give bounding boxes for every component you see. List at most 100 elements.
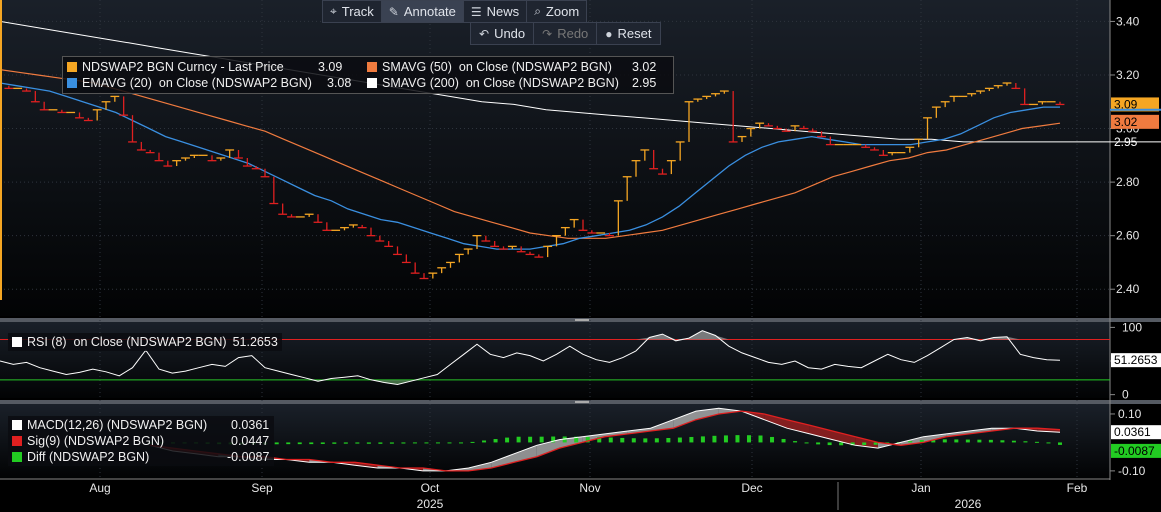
diff-histogram-bar [643,438,648,443]
diff-histogram-bar [942,439,947,443]
diff-histogram-bar [539,436,544,443]
diff-histogram-bar [470,441,475,443]
legend-smavg50: SMAVG (50) on Close (NDSWAP2 BGN) 3.02 [367,59,667,75]
diff-histogram-bar [908,441,913,443]
separator-grip [575,401,589,403]
legend-value: 0.0361 [231,418,270,432]
diff-histogram-bar [435,442,440,444]
x-tick-label: Dec [741,481,762,495]
diff-histogram-bar [781,438,786,443]
diff-histogram-bar [355,442,360,444]
diff-value-label: -0.0087 [1114,444,1155,458]
diff-histogram-bar [631,438,636,443]
diff-histogram-bar [459,442,464,444]
magnifier-icon: ⌕ [534,4,541,18]
crosshair-icon: ⌖ [330,4,337,18]
year-label: 2026 [955,497,982,511]
diff-histogram-bar [620,437,625,443]
diff-histogram-bar [366,442,371,444]
panel-background [0,0,1110,316]
annotate-label: Annotate [403,4,456,19]
legend-swatch [367,78,377,88]
redo-label: Redo [557,26,589,41]
diff-histogram-bar [412,442,417,444]
diff-histogram-bar [712,435,717,443]
diff-histogram-bar [493,439,498,443]
undo-label: Undo [494,26,526,41]
diff-histogram-bar [1011,440,1016,443]
diff-histogram-bar [677,437,682,443]
diff-histogram-bar [401,442,406,444]
legend-swatch [12,337,22,347]
legend-swatch [12,436,22,446]
legend-value: 2.95 [632,76,657,90]
news-button[interactable]: ☰ News [464,1,528,22]
diff-histogram-bar [770,436,775,443]
smavg200-value-label: 2.95 [1114,135,1138,149]
diff-histogram-bar [528,436,533,443]
reset-button[interactable]: ● Reset [597,23,659,44]
diff-histogram-bar [332,442,337,444]
diff-histogram-bar [424,442,429,444]
diff-histogram-bar [804,442,809,444]
track-label: Track [341,4,374,19]
legend-label: Diff (NDSWAP2 BGN) [27,450,150,464]
macd-legend: MACD(12,26) (NDSWAP2 BGN) 0.0361 Sig(9) … [8,416,274,466]
separator-grip [575,319,589,321]
news-label: News [486,4,520,19]
diff-histogram-bar [274,442,279,445]
diff-histogram-bar [816,442,821,445]
diff-histogram-bar [482,440,487,443]
legend-value: 3.08 [327,76,352,90]
legend-sig: Sig(9) (NDSWAP2 BGN) 0.0447 [12,433,270,449]
y-tick-label: 0 [1122,388,1129,402]
legend-label: EMAVG (20) on Close (NDSWAP2 BGN) [82,76,312,90]
diff-histogram-bar [286,442,291,445]
legend-diff: Diff (NDSWAP2 BGN) -0.0087 [12,449,270,465]
undo-button[interactable]: ↶ Undo [471,23,535,44]
x-tick-label: Feb [1067,481,1088,495]
diff-histogram-bar [839,442,844,446]
zoom-button[interactable]: ⌕ Zoom [527,1,586,22]
diff-histogram-bar [297,442,302,445]
diff-histogram-bar [320,442,325,444]
legend-emavg20: EMAVG (20) on Close (NDSWAP2 BGN) 3.08 [67,75,367,91]
rsi-legend: RSI (8) on Close (NDSWAP2 BGN) 51.2653 [8,333,282,351]
diff-histogram-bar [988,439,993,443]
diff-histogram-bar [735,435,740,443]
legend-label: Sig(9) (NDSWAP2 BGN) [27,434,165,448]
legend-value: -0.0087 [227,450,270,464]
diff-histogram-bar [1000,440,1005,443]
zoom-label: Zoom [545,4,580,19]
redo-button[interactable]: ↷ Redo [534,23,598,44]
diff-histogram-bar [447,442,452,444]
history-toolbar: ↶ Undo ↷ Redo ● Reset [470,22,661,45]
diff-histogram-bar [827,442,832,446]
x-tick-label: Jan [911,481,930,495]
news-icon: ☰ [470,4,482,19]
annotate-button[interactable]: ✎ Annotate [381,1,464,22]
track-button[interactable]: ⌖ Track [323,1,382,22]
legend-swatch [67,62,77,72]
legend-swatch [12,420,22,430]
diff-histogram-bar [654,438,659,443]
diff-histogram-bar [689,436,694,443]
x-tick-label: Nov [579,481,600,495]
legend-last-price: NDSWAP2 BGN Curncy - Last Price 3.09 [67,59,367,75]
x-tick-label: Oct [421,481,440,495]
diff-histogram-bar [954,439,959,443]
legend-label: MACD(12,26) (NDSWAP2 BGN) [27,418,208,432]
diff-histogram-bar [723,435,728,443]
diff-histogram-bar [389,442,394,444]
diff-histogram-bar [1058,442,1062,445]
year-label: 2025 [417,497,444,511]
rsi-value-label: 51.2653 [1114,353,1158,367]
diff-histogram-bar [666,437,671,443]
x-tick-label: Sep [251,481,273,495]
diff-histogram-bar [1046,442,1051,444]
reset-label: Reset [617,26,652,41]
diff-histogram-bar [793,441,798,443]
diff-histogram-bar [700,436,705,443]
diff-histogram-bar [505,437,510,443]
y-tick-label: 2.80 [1116,175,1140,189]
